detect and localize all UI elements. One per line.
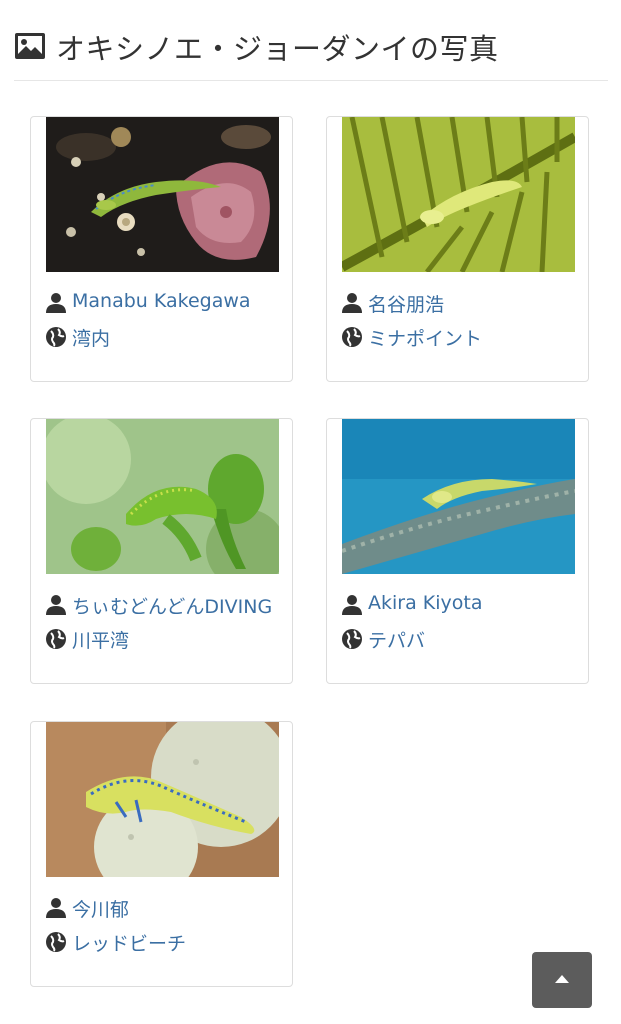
photo-image: [342, 419, 575, 574]
photographer-link[interactable]: 名谷朋浩: [368, 290, 444, 317]
photo-card: 今川郁 レッドビーチ: [30, 721, 293, 987]
location-link[interactable]: テパバ: [368, 626, 425, 653]
photographer-link[interactable]: Akira Kiyota: [368, 592, 482, 614]
photo-image: [46, 419, 279, 574]
user-icon: [342, 595, 362, 615]
location-link[interactable]: ミナポイント: [368, 324, 482, 351]
globe-icon: [342, 629, 362, 649]
location-link[interactable]: 川平湾: [72, 626, 129, 653]
photo-image: [46, 722, 279, 877]
location-link[interactable]: レッドビーチ: [72, 929, 186, 956]
photographer-link[interactable]: Manabu Kakegawa: [72, 290, 251, 312]
photo-thumbnail[interactable]: [342, 117, 575, 272]
location-link[interactable]: 湾内: [72, 324, 110, 351]
photo-card: ちぃむどんどんDIVING 川平湾: [30, 418, 293, 684]
photo-thumbnail[interactable]: [46, 117, 279, 272]
page-title: オキシノエ・ジョーダンイの写真: [56, 32, 499, 66]
photo-image: [46, 117, 279, 272]
photographer-link[interactable]: ちぃむどんどんDIVING: [72, 592, 272, 619]
photo-thumbnail[interactable]: [46, 419, 279, 574]
arrow-up-icon: [555, 975, 569, 983]
user-icon: [46, 595, 66, 615]
globe-icon: [46, 629, 66, 649]
photo-thumbnail[interactable]: [342, 419, 575, 574]
photographer-link[interactable]: 今川郁: [72, 895, 129, 922]
photo-card: Akira Kiyota テパバ: [326, 418, 589, 684]
page-header: オキシノエ・ジョーダンイの写真: [14, 22, 608, 81]
user-icon: [46, 898, 66, 918]
photo-thumbnail[interactable]: [46, 722, 279, 877]
photo-image: [342, 117, 575, 272]
user-icon: [342, 293, 362, 313]
photo-card: 名谷朋浩 ミナポイント: [326, 116, 589, 382]
globe-icon: [46, 932, 66, 952]
user-icon: [46, 293, 66, 313]
globe-icon: [46, 327, 66, 347]
picture-icon: [15, 33, 45, 59]
globe-icon: [342, 327, 362, 347]
photo-card: Manabu Kakegawa 湾内: [30, 116, 293, 382]
back-to-top-button[interactable]: [532, 952, 592, 1008]
